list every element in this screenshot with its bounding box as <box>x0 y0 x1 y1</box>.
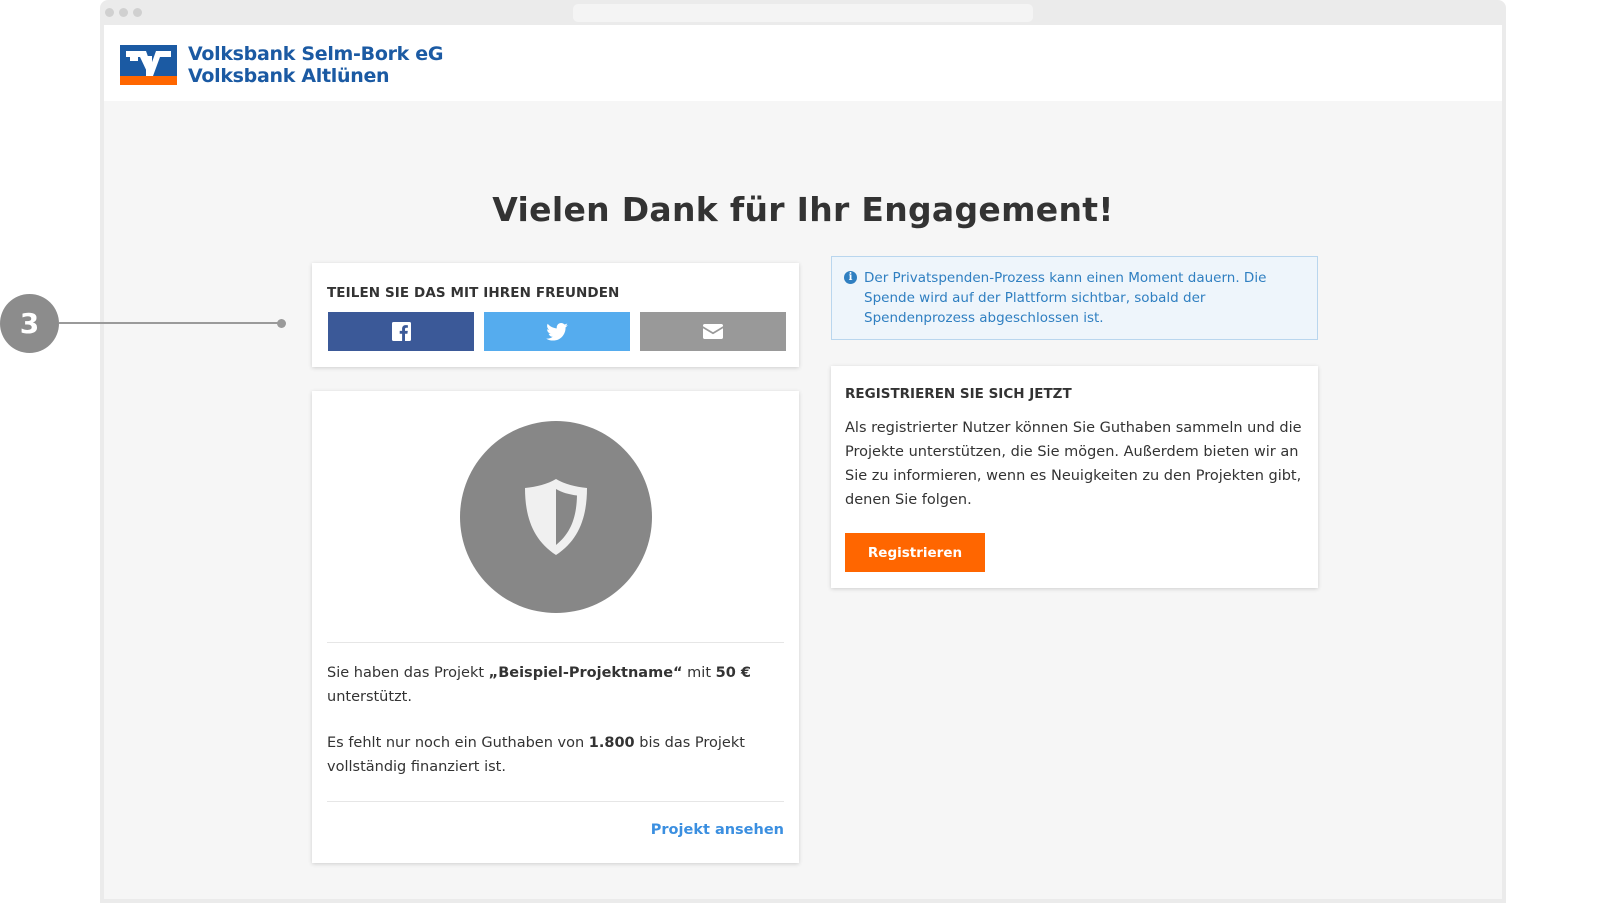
volksbank-logo-icon[interactable] <box>120 45 177 85</box>
divider <box>327 801 784 802</box>
bank-name-line1: Volksbank Selm-Bork eG <box>188 43 444 65</box>
twitter-icon <box>546 322 568 341</box>
callout-line <box>59 322 281 324</box>
shield-icon <box>525 479 587 555</box>
facebook-icon <box>391 322 411 341</box>
project-name: „Beispiel-Projektname“ <box>488 665 683 681</box>
email-share-button[interactable] <box>640 312 786 351</box>
info-text: Der Privatspenden-Prozess kann einen Mom… <box>864 270 1267 326</box>
window-minimize-dot[interactable] <box>119 8 128 17</box>
funding-status: Es fehlt nur noch ein Guthaben von 1.800… <box>327 731 787 779</box>
facebook-share-button[interactable] <box>328 312 474 351</box>
browser-window: Volksbank Selm-Bork eG Volksbank Altlüne… <box>100 0 1506 903</box>
address-bar[interactable] <box>573 4 1033 22</box>
funding-text: Es fehlt nur noch ein Guthaben von <box>327 735 589 751</box>
register-text: Als registrierter Nutzer können Sie Guth… <box>845 420 1302 508</box>
summary-text: Sie haben das Projekt <box>327 665 489 681</box>
page-title: Vielen Dank für Ihr Engagement! <box>492 190 1114 229</box>
window-close-dot[interactable] <box>105 8 114 17</box>
callout-dot <box>277 319 286 328</box>
info-icon: i <box>844 271 857 284</box>
callout-badge: 3 <box>0 294 59 353</box>
register-button[interactable]: Registrieren <box>845 533 985 572</box>
browser-toolbar <box>100 0 1506 25</box>
donation-amount: 50 € <box>715 665 751 681</box>
summary-text: unterstützt. <box>327 689 412 705</box>
site-header: Volksbank Selm-Bork eG Volksbank Altlüne… <box>104 25 1502 101</box>
register-card: REGISTRIEREN SIE SICH JETZT Als registri… <box>831 366 1318 588</box>
window-maximize-dot[interactable] <box>133 8 142 17</box>
share-title: TEILEN SIE DAS MIT IHREN FREUNDEN <box>327 285 620 301</box>
bank-name[interactable]: Volksbank Selm-Bork eG Volksbank Altlüne… <box>188 43 443 87</box>
twitter-share-button[interactable] <box>484 312 630 351</box>
summary-text: mit <box>682 665 716 681</box>
info-notice: i Der Privatspenden-Prozess kann einen M… <box>831 256 1318 340</box>
project-avatar <box>460 421 652 613</box>
donation-summary: Sie haben das Projekt „Beispiel-Projektn… <box>327 661 787 709</box>
remaining-amount: 1.800 <box>588 735 635 751</box>
view-project-link[interactable]: Projekt ansehen <box>651 822 784 838</box>
register-title: REGISTRIEREN SIE SICH JETZT <box>845 386 1072 402</box>
bank-name-line2: Volksbank Altlünen <box>188 65 390 87</box>
envelope-icon <box>703 324 723 339</box>
divider <box>327 642 784 643</box>
share-card: TEILEN SIE DAS MIT IHREN FREUNDEN <box>312 263 799 367</box>
page-viewport: Volksbank Selm-Bork eG Volksbank Altlüne… <box>104 25 1502 899</box>
project-card: Sie haben das Projekt „Beispiel-Projektn… <box>312 391 799 863</box>
